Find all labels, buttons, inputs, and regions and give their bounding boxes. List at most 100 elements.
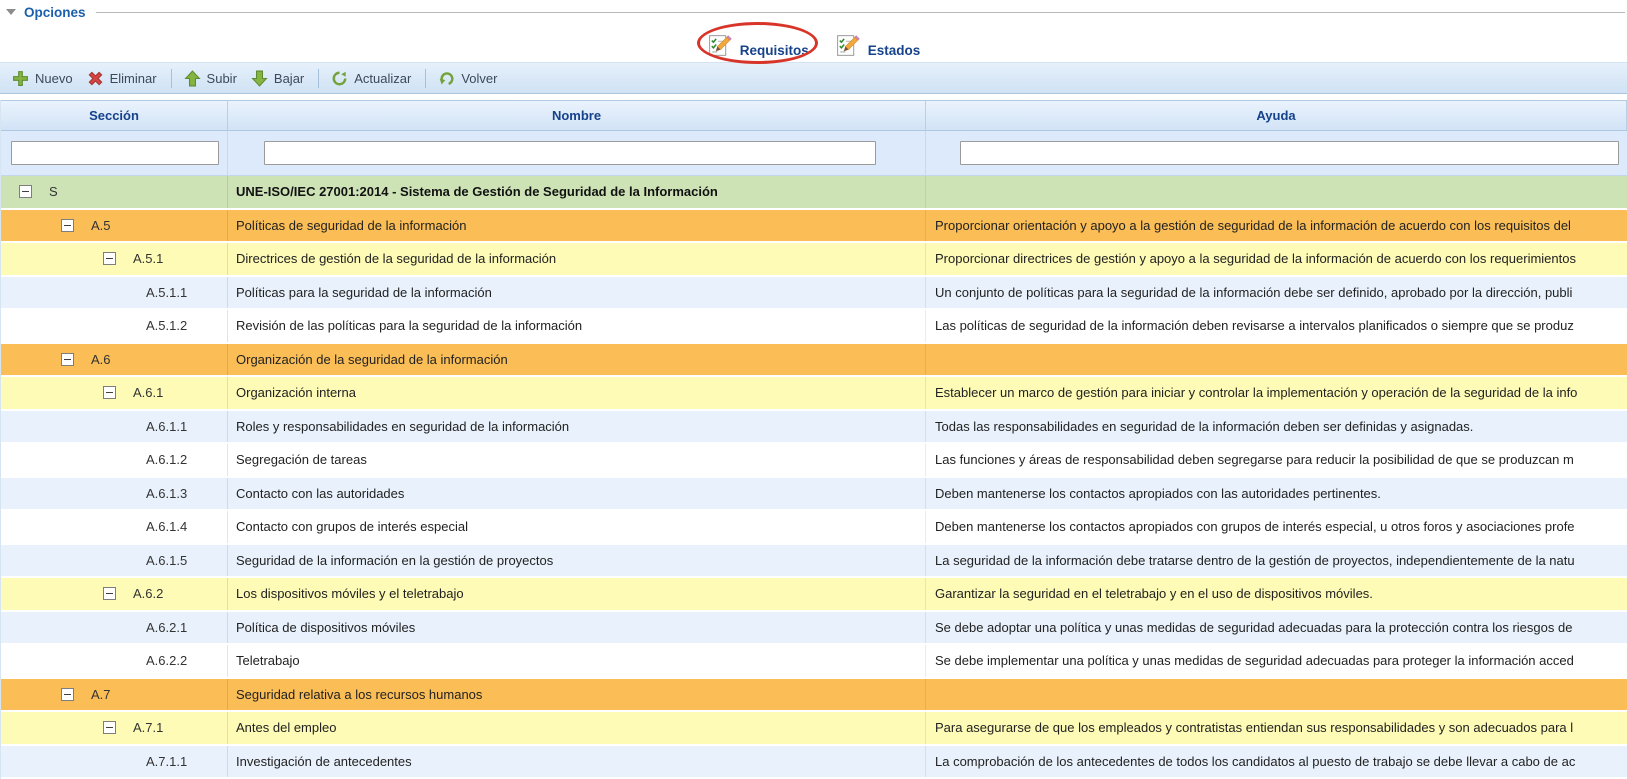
table-row[interactable]: A.7.1.1Investigación de antecedentesLa c… xyxy=(1,746,1627,779)
nombre-filter-input[interactable] xyxy=(264,141,876,165)
row-help-cell: Para asegurarse de que los empleados y c… xyxy=(926,712,1627,744)
table-row[interactable]: A.6.1.4Contacto con grupos de interés es… xyxy=(1,511,1627,545)
row-name-cell: Contacto con las autoridades xyxy=(228,478,926,510)
row-help-cell: Deben mantenerse los contactos apropiado… xyxy=(926,478,1627,510)
tree-collapse-toggle-icon[interactable] xyxy=(103,252,116,265)
tree-collapse-toggle-icon[interactable] xyxy=(103,587,116,600)
row-name-cell: Política de dispositivos móviles xyxy=(228,612,926,644)
table-row[interactable]: A.5Políticas de seguridad de la informac… xyxy=(1,210,1627,244)
row-section-cell: A.7.1.1 xyxy=(1,746,228,778)
table-row[interactable]: A.6.1Organización internaEstablecer un m… xyxy=(1,377,1627,411)
row-name-cell: Directrices de gestión de la seguridad d… xyxy=(228,243,926,275)
row-section-label: A.6.2.2 xyxy=(146,653,187,668)
row-section-label: A.6 xyxy=(91,352,111,367)
row-section-cell: A.6.2.2 xyxy=(1,645,228,677)
row-name-cell: Segregación de tareas xyxy=(228,444,926,476)
row-section-cell: A.6.2 xyxy=(1,578,228,610)
toolbar-separator xyxy=(425,69,426,88)
mode-links-row: Requisitos Estados xyxy=(0,20,1627,62)
row-section-label: A.6.1.2 xyxy=(146,452,187,467)
seccion-filter-input[interactable] xyxy=(11,141,219,165)
row-section-label: A.7.1 xyxy=(133,720,163,735)
grid-header-row: Sección Nombre Ayuda xyxy=(1,100,1627,131)
fieldset-rule xyxy=(96,12,1625,13)
back-arrow-icon xyxy=(438,70,455,87)
row-help-cell: La comprobación de los antecedentes de t… xyxy=(926,746,1627,778)
row-section-cell: A.6.1.2 xyxy=(1,444,228,476)
grid-toolbar: Nuevo Eliminar Subir Bajar Actualizar xyxy=(0,62,1627,94)
edit-note-icon xyxy=(835,32,862,59)
plus-icon xyxy=(12,70,29,87)
refresh-button[interactable]: Actualizar xyxy=(325,67,419,90)
row-section-label: A.5.1.2 xyxy=(146,318,187,333)
collapse-arrow-icon[interactable] xyxy=(6,9,16,15)
table-row[interactable]: SUNE-ISO/IEC 27001:2014 - Sistema de Ges… xyxy=(1,176,1627,210)
row-name-cell: Antes del empleo xyxy=(228,712,926,744)
column-header-seccion[interactable]: Sección xyxy=(1,101,228,130)
back-button[interactable]: Volver xyxy=(432,67,505,90)
requirements-tree-grid: Sección Nombre Ayuda SUNE-ISO/IEC 27001:… xyxy=(0,100,1627,779)
row-name-cell: Investigación de antecedentes xyxy=(228,746,926,778)
row-name-cell: Roles y responsabilidades en seguridad d… xyxy=(228,411,926,443)
column-header-nombre[interactable]: Nombre xyxy=(228,101,926,130)
ayuda-filter-input[interactable] xyxy=(960,141,1619,165)
row-help-cell: Las políticas de seguridad de la informa… xyxy=(926,310,1627,342)
row-help-cell: Garantizar la seguridad en el teletrabaj… xyxy=(926,578,1627,610)
row-name-cell: Teletrabajo xyxy=(228,645,926,677)
row-section-label: A.6.1.5 xyxy=(146,553,187,568)
row-name-cell: Organización de la seguridad de la infor… xyxy=(228,344,926,376)
requisitos-link[interactable]: Requisitos xyxy=(707,32,809,59)
row-section-cell: A.6 xyxy=(1,344,228,376)
grid-filter-row xyxy=(1,131,1627,176)
tree-collapse-toggle-icon[interactable] xyxy=(61,688,74,701)
up-arrow-icon xyxy=(184,70,201,87)
move-up-button[interactable]: Subir xyxy=(178,67,245,90)
requisitos-label: Requisitos xyxy=(740,43,809,59)
table-row[interactable]: A.5.1.2Revisión de las políticas para la… xyxy=(1,310,1627,344)
row-help-cell: Deben mantenerse los contactos apropiado… xyxy=(926,511,1627,543)
column-header-ayuda[interactable]: Ayuda xyxy=(926,101,1627,130)
new-button[interactable]: Nuevo xyxy=(6,67,81,90)
row-section-cell: A.6.1.1 xyxy=(1,411,228,443)
estados-label: Estados xyxy=(868,43,921,59)
row-name-cell: Seguridad relativa a los recursos humano… xyxy=(228,679,926,711)
tree-collapse-toggle-icon[interactable] xyxy=(61,353,74,366)
row-help-cell: Se debe implementar una política y unas … xyxy=(926,645,1627,677)
row-help-cell: Un conjunto de políticas para la segurid… xyxy=(926,277,1627,309)
move-down-button[interactable]: Bajar xyxy=(245,67,312,90)
table-row[interactable]: A.6.1.2Segregación de tareasLas funcione… xyxy=(1,444,1627,478)
table-row[interactable]: A.5.1Directrices de gestión de la seguri… xyxy=(1,243,1627,277)
row-section-label: A.6.1.1 xyxy=(146,419,187,434)
row-section-cell: A.6.2.1 xyxy=(1,612,228,644)
table-row[interactable]: A.6.2.2 TeletrabajoSe debe implementar un… xyxy=(1,645,1627,679)
options-panel-header: Opciones xyxy=(0,0,1627,20)
row-section-cell: A.6.1 xyxy=(1,377,228,409)
tree-collapse-toggle-icon[interactable] xyxy=(61,219,74,232)
table-row[interactable]: A.6.2Los dispositivos móviles y el telet… xyxy=(1,578,1627,612)
row-name-cell: Políticas para la seguridad de la inform… xyxy=(228,277,926,309)
row-section-label: A.7 xyxy=(91,687,111,702)
table-row[interactable]: A.6.1.1 Roles y responsabilidades en segu… xyxy=(1,411,1627,445)
estados-link[interactable]: Estados xyxy=(835,32,921,59)
table-row[interactable]: A.5.1.1Políticas para la seguridad de la… xyxy=(1,277,1627,311)
tree-collapse-toggle-icon[interactable] xyxy=(19,185,32,198)
table-row[interactable]: A.7 Seguridad relativa a los recursos hum… xyxy=(1,679,1627,713)
table-row[interactable]: A.6.2.1Política de dispositivos móvilesS… xyxy=(1,612,1627,646)
delete-button[interactable]: Eliminar xyxy=(81,67,165,90)
row-name-cell: Organización interna xyxy=(228,377,926,409)
tree-collapse-toggle-icon[interactable] xyxy=(103,386,116,399)
toolbar-separator xyxy=(171,69,172,88)
row-help-cell: Proporcionar orientación y apoyo a la ge… xyxy=(926,210,1627,242)
table-row[interactable]: A.6.1.5Seguridad de la información en la… xyxy=(1,545,1627,579)
row-name-cell: Contacto con grupos de interés especial xyxy=(228,511,926,543)
row-section-label: A.6.2.1 xyxy=(146,620,187,635)
tree-collapse-toggle-icon[interactable] xyxy=(103,721,116,734)
row-name-cell: Políticas de seguridad de la información xyxy=(228,210,926,242)
table-row[interactable]: A.6.1.3Contacto con las autoridadesDeben… xyxy=(1,478,1627,512)
row-section-label: S xyxy=(49,184,58,199)
table-row[interactable]: A.6 Organización de la seguridad de la in… xyxy=(1,344,1627,378)
row-help-cell xyxy=(926,176,1627,208)
row-section-cell: A.5.1 xyxy=(1,243,228,275)
row-help-cell: La seguridad de la información debe trat… xyxy=(926,545,1627,577)
table-row[interactable]: A.7.1 Antes del empleoPara asegurarse de … xyxy=(1,712,1627,746)
